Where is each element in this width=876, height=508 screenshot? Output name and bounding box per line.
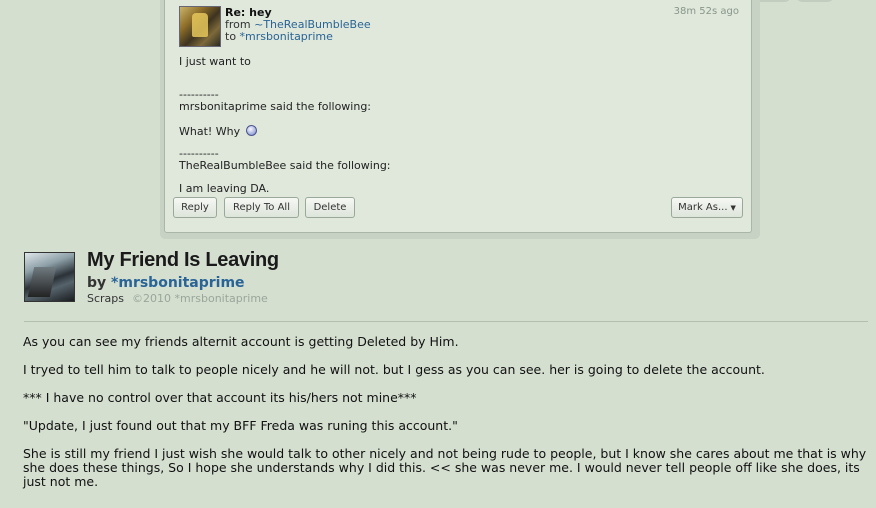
deviation-thumbnail[interactable] (24, 252, 75, 302)
author-link[interactable]: *mrsbonitaprime (111, 275, 245, 291)
description-paragraph: "Update, I just found out that my BFF Fr… (23, 418, 458, 433)
chevron-down-icon: ▼ (730, 204, 736, 212)
deviation-description: As you can see my friends alternit accou… (23, 335, 868, 503)
deviation-category-line: Scraps ©2010 *mrsbonitaprime (87, 292, 268, 305)
reply-button[interactable]: Reply (173, 197, 217, 218)
recipient-link[interactable]: *mrsbonitaprime (240, 30, 333, 43)
quote-text: What! Why (179, 125, 257, 138)
mark-as-dropdown[interactable]: Mark As... ▼ (671, 197, 743, 218)
mark-as-label: Mark As... (678, 202, 728, 213)
divider (24, 321, 868, 322)
top-decoration (795, 0, 835, 2)
deviation-author-line: by *mrsbonitaprime (87, 275, 245, 291)
note-body-line: I just want to (179, 55, 251, 68)
note-to: to *mrsbonitaprime (225, 30, 333, 43)
note-timestamp: 38m 52s ago (673, 6, 739, 17)
page: Re: hey from ~TheRealBumbleBee to *mrsbo… (0, 0, 876, 508)
description-paragraph: I tryed to tell him to talk to people ni… (23, 362, 765, 377)
by-label: by (87, 275, 112, 291)
copyright-text: ©2010 *mrsbonitaprime (132, 292, 268, 305)
category-link[interactable]: Scraps (87, 292, 124, 305)
description-paragraph: She is still my friend I just wish she w… (23, 446, 867, 489)
description-paragraph: *** I have no control over that account … (23, 390, 417, 405)
deviation-title: My Friend Is Leaving (87, 249, 279, 271)
confused-emoticon-icon (245, 125, 257, 136)
quote-text-content: What! Why (179, 125, 241, 138)
delete-button[interactable]: Delete (305, 197, 355, 218)
quote-text: I am leaving DA. (179, 182, 270, 195)
description-paragraph: As you can see my friends alternit accou… (23, 334, 459, 349)
to-label: to (225, 30, 240, 43)
note-message: Re: hey from ~TheRealBumbleBee to *mrsbo… (164, 0, 752, 233)
reply-all-button[interactable]: Reply To All (224, 197, 299, 218)
quote-header: TheRealBumbleBee said the following: (179, 159, 391, 172)
quote-header: mrsbonitaprime said the following: (179, 100, 372, 113)
sender-avatar[interactable] (179, 6, 221, 47)
